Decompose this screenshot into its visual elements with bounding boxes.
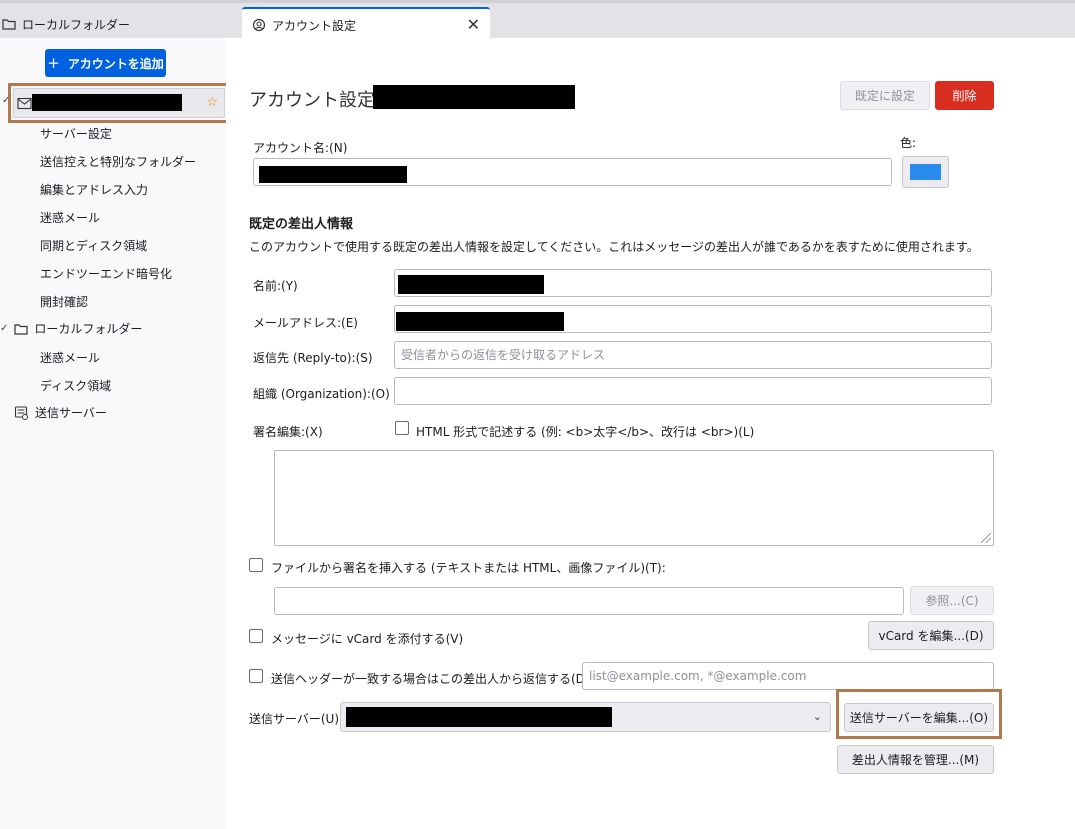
identity-description: このアカウントで使用する既定の差出人情報を設定してください。これはメッセージの差… [249, 240, 979, 254]
reply-to-label: 返信先 (Reply-to):(S) [253, 351, 373, 365]
chevron-down-icon: ⌄ [812, 710, 822, 723]
sidebar-item-sync-disk[interactable]: 同期とディスク領域 [40, 237, 147, 254]
plus-icon: + [47, 54, 60, 72]
reply-from-label: 送信ヘッダーが一致する場合はこの差出人から返信する(D): [271, 672, 594, 686]
tab-local-folders[interactable]: ローカルフォルダー [0, 11, 130, 37]
sidebar-item-local-junk[interactable]: 迷惑メール [40, 349, 100, 366]
attach-vcard-label: メッセージに vCard を添付する(V) [271, 632, 464, 646]
sidebar-item-composition[interactable]: 編集とアドレス入力 [40, 181, 148, 198]
smtp-label: 送信サーバー(U): [249, 712, 344, 726]
edit-smtp-button[interactable]: 送信サーバーを編集...(O) [844, 703, 994, 732]
sidebar: + アカウントを追加 ✓ ☆ サーバー設定 送信控えと特別なフォルダー 編集とア… [0, 38, 234, 829]
outgoing-server-icon [14, 405, 28, 420]
color-label: 色: [900, 136, 917, 150]
email-label: メールアドレス:(E) [253, 316, 358, 330]
organization-label: 組織 (Organization):(O) [253, 387, 390, 401]
sidebar-outgoing-server-label: 送信サーバー [35, 406, 107, 420]
account-settings-panel: アカウント設定 - 既定に設定 削除 アカウント名:(N) 色: 既定の差出人情… [226, 38, 1075, 829]
signature-file-label: ファイルから署名を挿入する (テキストまたは HTML、画像ファイル)(T): [271, 561, 666, 575]
signature-label: 署名編集:(X) [253, 425, 323, 439]
sidebar-account-selected[interactable]: ✓ ☆ [2, 83, 234, 123]
sidebar-item-junk[interactable]: 迷惑メール [40, 209, 100, 226]
delete-account-button[interactable]: 削除 [935, 81, 994, 110]
identity-section-title: 既定の差出人情報 [249, 217, 354, 232]
sidebar-item-local-disk[interactable]: ディスク領域 [40, 377, 111, 394]
manage-identities-button[interactable]: 差出人情報を管理...(M) [837, 745, 994, 774]
name-label: 名前:(Y) [253, 279, 298, 293]
add-account-button[interactable]: + アカウントを追加 [45, 49, 166, 77]
html-signature-label: HTML 形式で記述する (例: <b>太字</b>、改行は <br>)(L) [416, 425, 755, 439]
chevron-down-icon[interactable]: ✓ [2, 95, 10, 106]
account-color-fill [910, 164, 941, 180]
signature-file-checkbox[interactable] [249, 558, 263, 572]
set-default-button[interactable]: 既定に設定 [840, 81, 930, 110]
tab-local-folders-label: ローカルフォルダー [22, 17, 131, 32]
account-name-label: アカウント名:(N) [253, 141, 348, 155]
redacted-email-value [396, 312, 564, 331]
account-color-picker[interactable] [902, 156, 949, 188]
reply-from-checkbox[interactable] [249, 669, 263, 683]
reply-to-input[interactable] [394, 341, 992, 369]
add-account-label: アカウントを追加 [67, 56, 164, 71]
sidebar-item-return-receipts[interactable]: 開封確認 [40, 293, 88, 310]
browse-button[interactable]: 参照...(C) [910, 586, 994, 615]
folder-icon [2, 19, 16, 30]
sidebar-local-folders[interactable]: ✓ ローカルフォルダー [0, 320, 142, 337]
attach-vcard-checkbox[interactable] [249, 629, 263, 643]
page-title: アカウント設定 - [249, 90, 388, 111]
tab-account-settings[interactable]: アカウント設定 ✕ [242, 7, 490, 41]
sidebar-item-e2e-encryption[interactable]: エンドツーエンド暗号化 [40, 265, 172, 282]
account-settings-icon [252, 18, 266, 32]
mail-account-icon [17, 97, 32, 110]
chevron-down-icon[interactable]: ✓ [0, 323, 8, 334]
sidebar-local-folders-label: ローカルフォルダー [34, 322, 143, 336]
signature-textarea[interactable] [274, 450, 994, 546]
organization-input[interactable] [394, 377, 992, 405]
tab-strip: ローカルフォルダー アカウント設定 ✕ [0, 0, 1075, 41]
redacted-title-account [373, 85, 575, 109]
star-icon[interactable]: ☆ [206, 95, 218, 110]
html-signature-checkbox[interactable] [395, 421, 409, 435]
sidebar-outgoing-server[interactable]: 送信サーバー [14, 404, 107, 421]
redacted-name-value [398, 275, 544, 294]
edit-vcard-button[interactable]: vCard を編集...(D) [868, 621, 994, 650]
redacted-account-name [32, 94, 182, 111]
resize-handle-icon[interactable] [981, 533, 991, 543]
reply-from-input[interactable] [582, 662, 994, 690]
close-icon[interactable]: ✕ [467, 15, 480, 34]
redacted-smtp-value [346, 707, 612, 727]
tab-account-settings-label: アカウント設定 [272, 18, 357, 33]
sidebar-item-server-settings[interactable]: サーバー設定 [40, 125, 112, 142]
signature-file-input[interactable] [274, 587, 904, 615]
sidebar-item-copies-folders[interactable]: 送信控えと特別なフォルダー [40, 153, 196, 170]
smtp-server-select[interactable]: ⌄ [340, 702, 831, 732]
account-row[interactable]: ☆ [13, 88, 225, 118]
redacted-account-name-value [259, 166, 407, 183]
folder-icon [14, 323, 28, 335]
